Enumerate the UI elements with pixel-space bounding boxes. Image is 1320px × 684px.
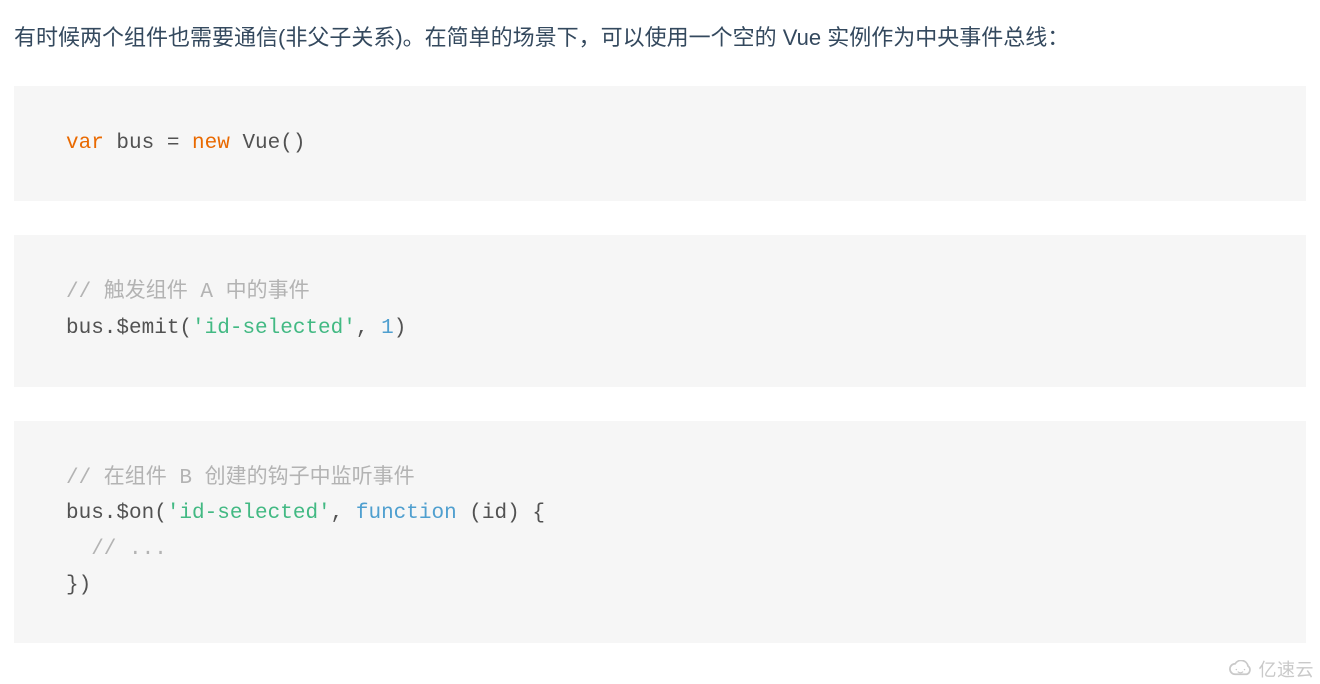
token-keyword-function: function	[356, 502, 457, 525]
token-text: bus.$on(	[66, 502, 167, 525]
code-block-1: var bus = new Vue()	[14, 86, 1306, 202]
token-text: })	[66, 574, 91, 597]
token-text: Vue()	[230, 132, 306, 155]
token-text: ,	[356, 317, 381, 340]
token-text: (id) {	[457, 502, 545, 525]
token-comment: // ...	[66, 538, 167, 561]
token-text: bus.$emit(	[66, 317, 192, 340]
token-text: bus =	[104, 132, 192, 155]
cloud-icon	[1227, 660, 1255, 678]
token-text: )	[394, 317, 407, 340]
document-container: 有时候两个组件也需要通信(非父子关系)。在简单的场景下，可以使用一个空的 Vue…	[0, 0, 1320, 643]
token-string: 'id-selected'	[192, 317, 356, 340]
code-block-2: // 触发组件 A 中的事件 bus.$emit('id-selected', …	[14, 235, 1306, 386]
token-comment: // 触发组件 A 中的事件	[66, 281, 310, 304]
watermark-text: 亿速云	[1259, 656, 1315, 682]
token-comment: // 在组件 B 创建的钩子中监听事件	[66, 467, 415, 490]
intro-paragraph: 有时候两个组件也需要通信(非父子关系)。在简单的场景下，可以使用一个空的 Vue…	[0, 0, 1320, 58]
token-keyword-var: var	[66, 132, 104, 155]
token-string: 'id-selected'	[167, 502, 331, 525]
token-keyword-new: new	[192, 132, 230, 155]
code-block-3: // 在组件 B 创建的钩子中监听事件 bus.$on('id-selected…	[14, 421, 1306, 644]
token-text: ,	[331, 502, 356, 525]
watermark: 亿速云	[1227, 656, 1315, 682]
token-number: 1	[381, 317, 394, 340]
